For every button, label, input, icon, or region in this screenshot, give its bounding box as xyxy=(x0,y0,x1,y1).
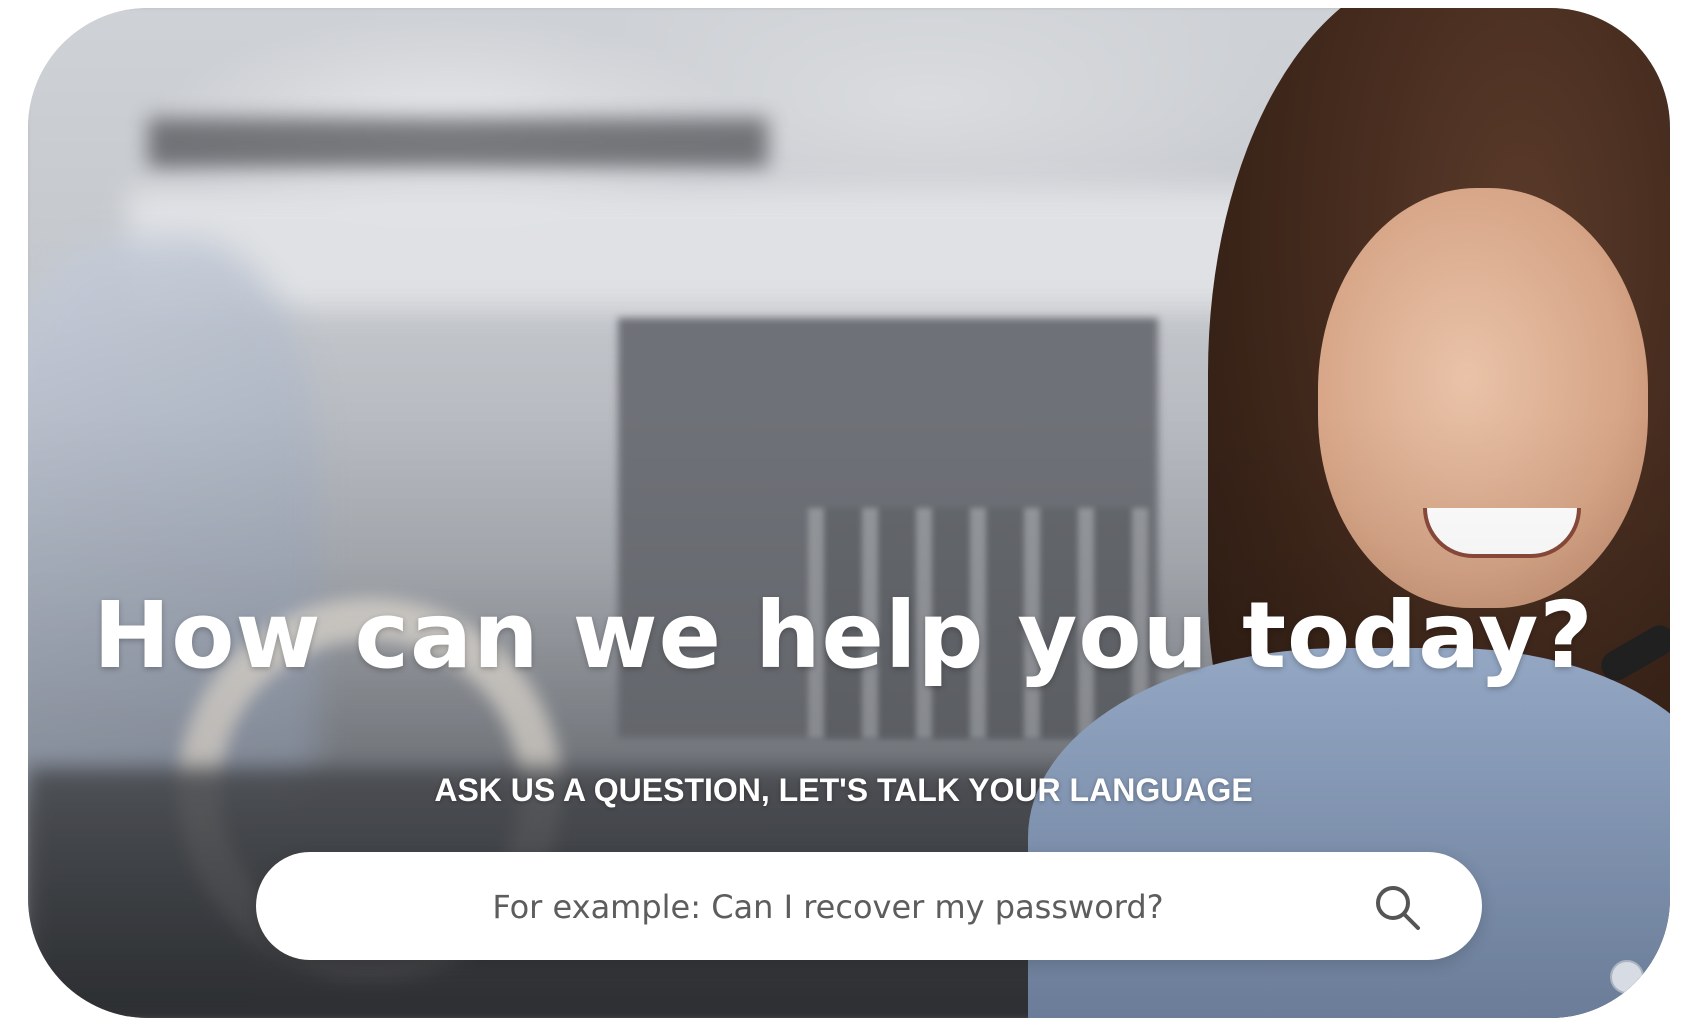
page-title: How can we help you today? xyxy=(93,582,1594,689)
search-bar xyxy=(256,852,1482,962)
search-input[interactable] xyxy=(316,852,1340,962)
search-icon xyxy=(1376,886,1420,930)
search-button[interactable] xyxy=(1366,876,1430,940)
page-subtitle: ASK US A QUESTION, LET'S TALK YOUR LANGU… xyxy=(434,772,1253,808)
shirt-button xyxy=(1610,960,1644,994)
